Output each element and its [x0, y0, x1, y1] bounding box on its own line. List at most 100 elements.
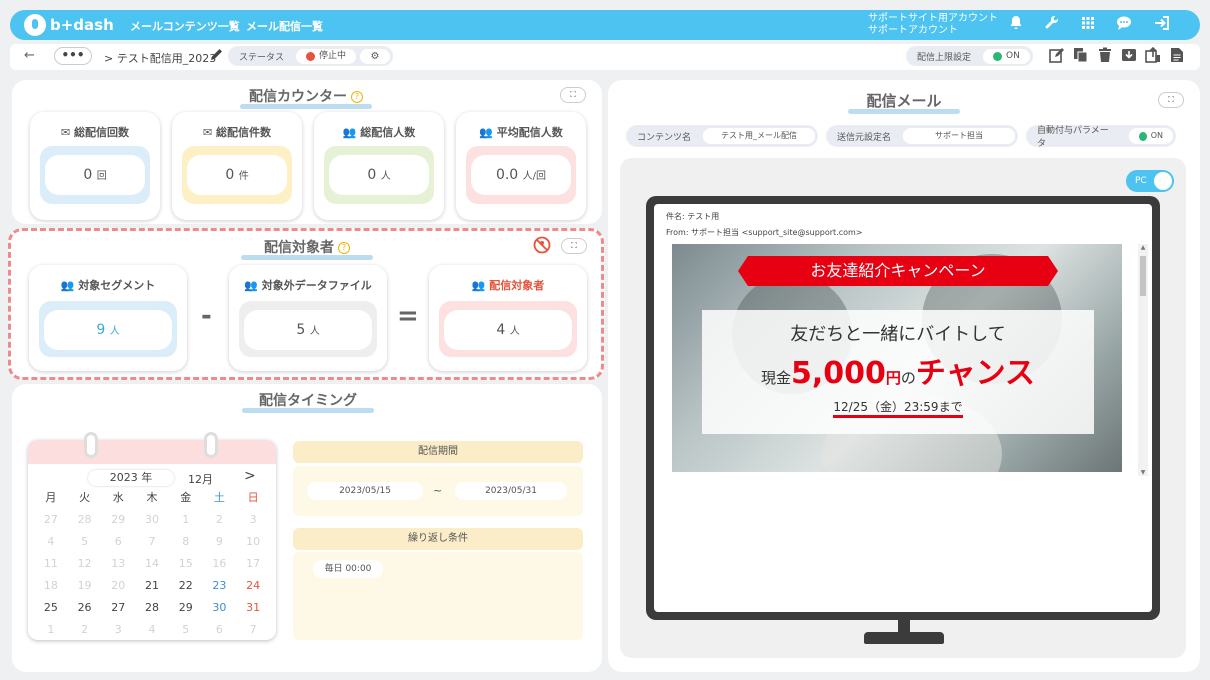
calendar-day[interactable]: 2: [68, 622, 102, 638]
calendar-day[interactable]: 16: [203, 556, 237, 572]
calendar-day[interactable]: 6: [203, 622, 237, 638]
target-number: 5: [296, 322, 306, 338]
calendar-day[interactable]: 27: [101, 600, 135, 616]
more-button[interactable]: •••: [54, 47, 92, 65]
pc-toggle[interactable]: PC: [1126, 170, 1174, 192]
calendar-day[interactable]: 3: [236, 512, 270, 528]
calendar-day[interactable]: 4: [34, 534, 68, 550]
calendar-day[interactable]: 24: [236, 578, 270, 594]
calendar-day[interactable]: 23: [203, 578, 237, 594]
scroll-up-icon[interactable]: ▲: [1138, 244, 1148, 251]
back-arrow-icon[interactable]: ←: [24, 48, 35, 63]
status-label: ステータス: [239, 52, 285, 63]
trash-icon[interactable]: [1096, 47, 1114, 65]
download-icon[interactable]: [1120, 47, 1138, 65]
sender-value[interactable]: サポート担当: [903, 128, 1015, 144]
expand-icon[interactable]: ⛶: [560, 87, 586, 103]
calendar-day[interactable]: 15: [169, 556, 203, 572]
calendar-day[interactable]: 28: [68, 512, 102, 528]
calendar-day[interactable]: 22: [169, 578, 203, 594]
status-group: ステータス 停止中 ⚙: [228, 46, 394, 66]
calendar-day[interactable]: 1: [34, 622, 68, 638]
calendar-day[interactable]: 6: [101, 534, 135, 550]
preview-scrollbar[interactable]: ▲ ▼: [1138, 244, 1148, 476]
calendar-day[interactable]: 10: [236, 534, 270, 550]
calendar-day[interactable]: 17: [236, 556, 270, 572]
wrench-icon[interactable]: [1042, 15, 1062, 35]
target-card-header: 👥 対象外データファイル: [229, 277, 387, 293]
calendar-day[interactable]: 21: [135, 578, 169, 594]
calendar-ring: [84, 432, 98, 458]
help-icon[interactable]: ?: [338, 242, 350, 254]
logout-icon[interactable]: [1152, 15, 1172, 35]
logo[interactable]: b+dash: [24, 14, 114, 36]
nav-mail-deliveries[interactable]: メール配信一覧: [246, 18, 323, 34]
calendar-day[interactable]: 29: [169, 600, 203, 616]
pencil-icon[interactable]: [210, 48, 223, 65]
limit-value: ON: [1006, 50, 1020, 61]
calendar-day[interactable]: 31: [236, 600, 270, 616]
period-start-field[interactable]: 2023/05/15: [307, 482, 423, 500]
calendar-day[interactable]: 30: [203, 600, 237, 616]
target-number: 9: [96, 322, 106, 338]
scroll-down-icon[interactable]: ▼: [1138, 469, 1148, 476]
limit-toggle[interactable]: ON: [983, 48, 1030, 64]
calendar-ring: [204, 432, 218, 458]
calendar-day[interactable]: 19: [68, 578, 102, 594]
stat-label: 平均配信人数: [496, 126, 563, 139]
bell-icon[interactable]: [1006, 15, 1026, 35]
chat-icon[interactable]: [1114, 15, 1134, 35]
calendar-day[interactable]: 7: [135, 534, 169, 550]
next-month-button[interactable]: >: [244, 468, 256, 484]
timing-title-text: 配信タイミング: [259, 393, 357, 409]
calendar-day[interactable]: 14: [135, 556, 169, 572]
expand-icon[interactable]: ⛶: [561, 238, 587, 254]
param-toggle[interactable]: ON: [1129, 128, 1173, 144]
copy-icon[interactable]: [1072, 47, 1090, 65]
calendar-day[interactable]: 28: [135, 600, 169, 616]
calendar-day[interactable]: 26: [68, 600, 102, 616]
gear-icon[interactable]: ⚙: [360, 48, 391, 64]
document-icon[interactable]: [1168, 47, 1186, 65]
help-icon[interactable]: ?: [351, 91, 363, 103]
calendar-day[interactable]: 5: [169, 622, 203, 638]
weekday-label: 月: [45, 491, 57, 504]
grid-icon[interactable]: [1078, 15, 1098, 35]
expand-icon[interactable]: ⛶: [1158, 92, 1184, 108]
repeat-value[interactable]: 毎日 00:00: [313, 560, 383, 578]
calendar-year-select[interactable]: 2023 年: [88, 470, 174, 486]
calendar-day[interactable]: 3: [101, 622, 135, 638]
target-box: 9 人: [39, 301, 177, 357]
calendar-day[interactable]: 8: [169, 534, 203, 550]
calendar-day[interactable]: 13: [101, 556, 135, 572]
status-value[interactable]: 停止中: [296, 48, 357, 64]
mail-preview-screen: 件名: テスト用 From: サポート担当 <support_site@supp…: [654, 204, 1152, 612]
calendar-day[interactable]: 29: [101, 512, 135, 528]
calendar-day[interactable]: 2: [203, 512, 237, 528]
scroll-thumb[interactable]: [1140, 256, 1146, 296]
calendar-day[interactable]: 7: [236, 622, 270, 638]
target-card-excluded: 👥 対象外データファイル 5 人: [229, 265, 387, 371]
mail-from: From: サポート担当 <support_site@support.com>: [666, 228, 863, 237]
nav-mail-contents[interactable]: メールコンテンツ一覧: [130, 18, 240, 34]
calendar-day[interactable]: 18: [34, 578, 68, 594]
edit-icon[interactable]: [1048, 47, 1066, 65]
calendar-day[interactable]: 1: [169, 512, 203, 528]
calendar-day[interactable]: 25: [34, 600, 68, 616]
calendar-day[interactable]: 9: [203, 534, 237, 550]
block-icon[interactable]: [533, 236, 551, 254]
export-icon[interactable]: [1144, 46, 1162, 65]
target-value: 5 人: [244, 310, 372, 350]
content-name-value[interactable]: テスト用_メール配信: [703, 128, 815, 144]
calendar-day[interactable]: 30: [135, 512, 169, 528]
calendar-day[interactable]: 5: [68, 534, 102, 550]
calendar-day[interactable]: 11: [34, 556, 68, 572]
calendar-day[interactable]: 27: [34, 512, 68, 528]
calendar-day[interactable]: 12: [68, 556, 102, 572]
account-info[interactable]: サポートサイト用アカウント サポートアカウント: [868, 13, 998, 37]
stat-label: 総配信人数: [360, 126, 416, 139]
calendar-day[interactable]: 4: [135, 622, 169, 638]
period-end-field[interactable]: 2023/05/31: [455, 482, 567, 500]
calendar-day[interactable]: 20: [101, 578, 135, 594]
target-value: 9 人: [44, 310, 172, 350]
